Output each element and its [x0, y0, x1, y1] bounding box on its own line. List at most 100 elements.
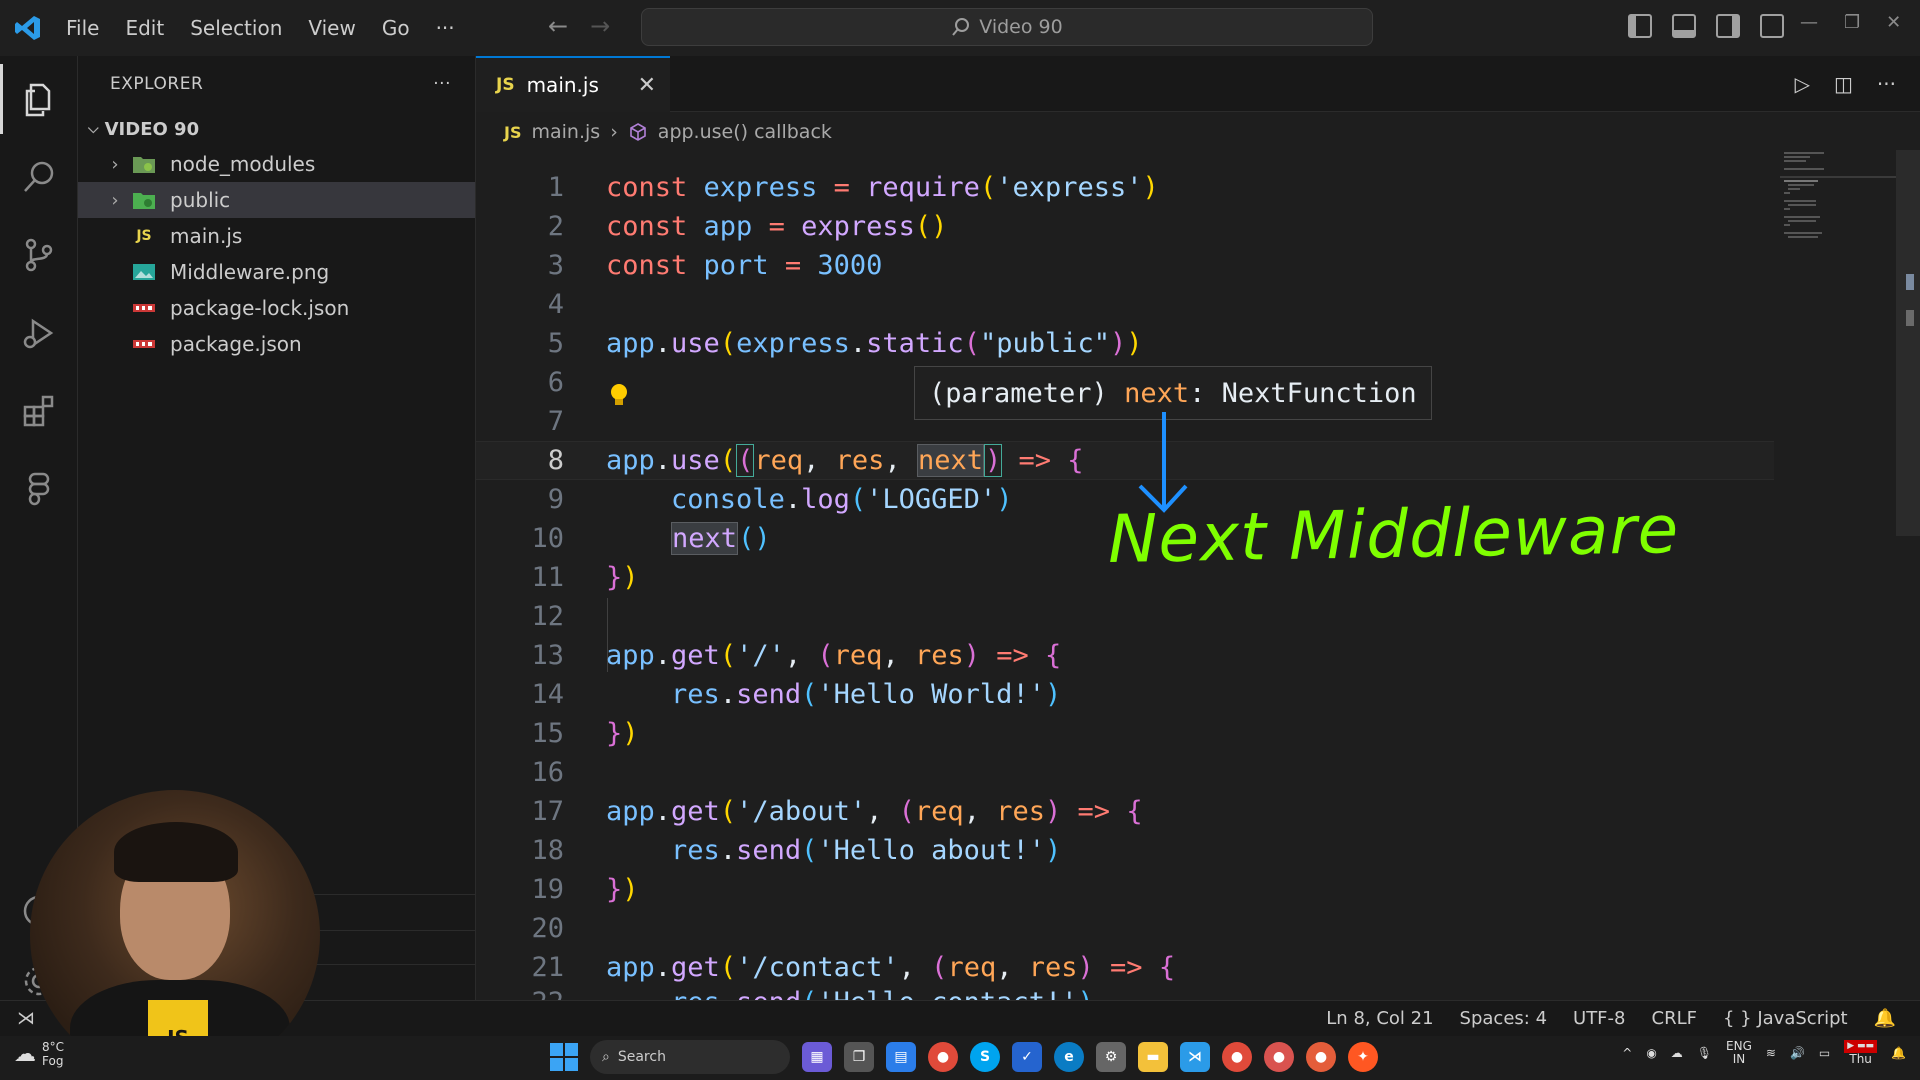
explorer-more-button[interactable]: ···: [433, 74, 451, 94]
menu-view[interactable]: View: [298, 12, 365, 44]
menu-go[interactable]: Go: [372, 12, 420, 44]
line-number: 16: [531, 757, 564, 788]
code-line-19[interactable]: 19 }): [476, 870, 1776, 909]
code-line-8[interactable]: 8 app.use((req, res, next) => {: [476, 441, 1774, 480]
remote-icon[interactable]: ⋊: [0, 1001, 52, 1037]
close-window-icon[interactable]: ✕: [1886, 12, 1901, 33]
code-line-17[interactable]: 17 app.get('/about', (req, res) => {: [476, 792, 1776, 831]
editor-more-icon[interactable]: ···: [1877, 72, 1896, 96]
tree-item-node-modules[interactable]: › node_modules: [78, 146, 475, 182]
language-mode[interactable]: { } JavaScript: [1723, 1008, 1848, 1029]
code-line-20[interactable]: 20: [476, 909, 1776, 948]
encoding[interactable]: UTF-8: [1573, 1008, 1625, 1029]
windows-start-icon[interactable]: [550, 1043, 578, 1071]
indentation[interactable]: Spaces: 4: [1460, 1008, 1547, 1029]
customize-layout-icon[interactable]: [1760, 14, 1784, 38]
chevron-down-icon: ⌵: [88, 121, 99, 137]
volume-icon[interactable]: 🔊: [1790, 1046, 1805, 1060]
chrome-profile-3-icon[interactable]: ●: [1306, 1042, 1336, 1072]
onedrive-icon[interactable]: ☁: [1671, 1046, 1683, 1060]
code-line-text: next(): [671, 522, 771, 555]
workspace-folder-label: VIDEO 90: [104, 118, 200, 140]
tray-chevron-icon[interactable]: ^: [1622, 1046, 1632, 1060]
language-indicator[interactable]: ENG IN: [1726, 1040, 1752, 1066]
settings-app-icon[interactable]: ⚙: [1096, 1042, 1126, 1072]
tree-item-package-json[interactable]: package.json: [78, 326, 475, 362]
tree-item-main-js[interactable]: JS main.js: [78, 218, 475, 254]
tree-item-package-lock-json[interactable]: package-lock.json: [78, 290, 475, 326]
menu-more[interactable]: ···: [426, 12, 465, 44]
restore-icon[interactable]: ❐: [1844, 12, 1860, 33]
code-line-16[interactable]: 16: [476, 753, 1776, 792]
chrome-profile-2-icon[interactable]: ●: [1264, 1042, 1294, 1072]
taskbar-search[interactable]: ⌕ Search: [590, 1040, 790, 1074]
widgets-app-icon[interactable]: ▦: [802, 1042, 832, 1072]
todo-app-icon[interactable]: ✓: [1012, 1042, 1042, 1072]
breadcrumb-file[interactable]: main.js: [531, 121, 600, 143]
cursor-position[interactable]: Ln 8, Col 21: [1326, 1008, 1433, 1029]
command-center-search[interactable]: Video 90: [641, 8, 1373, 46]
toggle-primary-sidebar-icon[interactable]: [1628, 14, 1652, 38]
vscode-taskbar-icon[interactable]: ⋊: [1180, 1042, 1210, 1072]
code-line-18[interactable]: 18 res.send('Hello about!'): [476, 831, 1776, 870]
menu-edit[interactable]: Edit: [115, 12, 174, 44]
code-line-2[interactable]: 2 const app = express(): [476, 207, 1776, 246]
command-center-label: Video 90: [979, 16, 1063, 38]
notification-icon[interactable]: 🔔: [1891, 1046, 1906, 1060]
weather-widget[interactable]: ☁ 8°C Fog: [14, 1040, 64, 1068]
code-line-5[interactable]: 5 app.use(express.static("public")): [476, 324, 1776, 363]
file-explorer-icon[interactable]: ▬: [1138, 1042, 1168, 1072]
code-line-text: app.use((req, res, next) => {: [606, 444, 1084, 477]
tree-item-public[interactable]: › public: [78, 182, 475, 218]
tray-app-icon[interactable]: ◉: [1646, 1046, 1656, 1060]
close-tab-icon[interactable]: ✕: [638, 73, 656, 98]
code-line-1[interactable]: 1 const express = require('express'): [476, 168, 1776, 207]
source-control-icon[interactable]: [0, 220, 78, 290]
breadcrumb-symbol[interactable]: app.use() callback: [658, 121, 832, 143]
explorer-activity-icon[interactable]: [0, 64, 78, 134]
minimize-icon[interactable]: —: [1800, 12, 1818, 33]
line-number: 6: [547, 367, 564, 398]
battery-icon[interactable]: ▭: [1819, 1046, 1830, 1060]
wifi-icon[interactable]: ≋: [1766, 1046, 1776, 1060]
toggle-secondary-sidebar-icon[interactable]: [1716, 14, 1740, 38]
skype-icon[interactable]: S: [970, 1042, 1000, 1072]
code-line-4[interactable]: 4: [476, 285, 1776, 324]
postman-icon[interactable]: ✦: [1348, 1042, 1378, 1072]
clock[interactable]: ▶ ▬▬ Thu: [1844, 1040, 1878, 1066]
toggle-panel-icon[interactable]: [1672, 14, 1696, 38]
code-line-13[interactable]: 13 app.get('/', (req, res) => {: [476, 636, 1776, 675]
code-line-22[interactable]: 22 res.send('Hello contact!'): [476, 987, 1776, 1000]
figma-icon[interactable]: [0, 454, 78, 524]
chrome-icon[interactable]: ●: [928, 1042, 958, 1072]
npm-file-icon: [130, 338, 158, 350]
menu-selection[interactable]: Selection: [180, 12, 292, 44]
calendar-app-icon[interactable]: ▤: [886, 1042, 916, 1072]
edge-icon[interactable]: e: [1054, 1042, 1084, 1072]
forward-arrow-icon[interactable]: →: [590, 12, 610, 40]
task-view-icon[interactable]: ❐: [844, 1042, 874, 1072]
code-line-12[interactable]: 12: [476, 597, 1776, 636]
editor-scrollbar[interactable]: [1896, 150, 1920, 536]
microphone-icon[interactable]: 🎙: [1697, 1046, 1712, 1060]
minimap[interactable]: [1780, 150, 1900, 250]
code-line-21[interactable]: 21 app.get('/contact', (req, res) => {: [476, 948, 1776, 987]
code-line-15[interactable]: 15 }): [476, 714, 1776, 753]
tab-main-js[interactable]: JS main.js ✕: [476, 56, 670, 112]
taskbar-search-label: Search: [617, 1049, 666, 1065]
menu-file[interactable]: File: [56, 12, 109, 44]
search-activity-icon[interactable]: [0, 142, 78, 212]
split-editor-icon[interactable]: ◫: [1834, 72, 1853, 96]
notifications-bell-icon[interactable]: 🔔: [1874, 1008, 1896, 1029]
back-arrow-icon[interactable]: ←: [548, 12, 568, 40]
chrome-profile-icon[interactable]: ●: [1222, 1042, 1252, 1072]
code-line-3[interactable]: 3 const port = 3000: [476, 246, 1776, 285]
tree-item-middleware-png[interactable]: Middleware.png: [78, 254, 475, 290]
lightbulb-icon[interactable]: [608, 382, 630, 412]
run-code-icon[interactable]: ▷: [1795, 72, 1810, 96]
workspace-folder[interactable]: ⌵ VIDEO 90: [78, 112, 475, 146]
extensions-icon[interactable]: [0, 376, 78, 446]
code-line-14[interactable]: 14 res.send('Hello World!'): [476, 675, 1776, 714]
end-of-line[interactable]: CRLF: [1652, 1008, 1697, 1029]
run-debug-icon[interactable]: [0, 298, 78, 368]
